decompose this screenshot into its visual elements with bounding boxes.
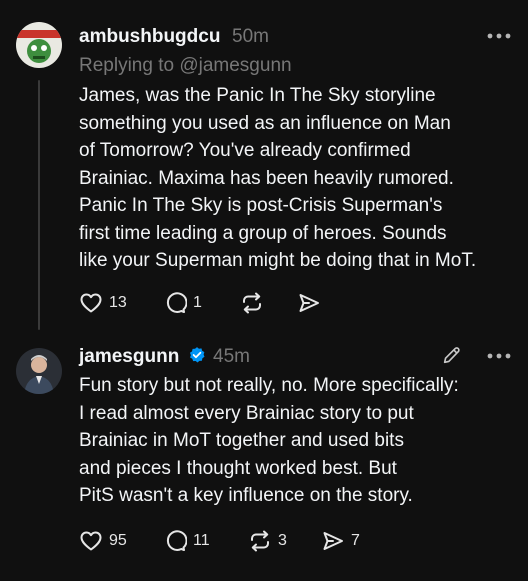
body-line: Panic In The Sky is post-Crisis Superman…	[79, 195, 443, 216]
comment-icon	[166, 530, 187, 551]
username[interactable]: jamesgunn	[79, 346, 179, 368]
like-count: 13	[109, 294, 127, 311]
repost-icon	[243, 292, 261, 314]
body-line: like your Superman might be doing that i…	[79, 250, 477, 271]
body-line: I read almost every Brainiac story to pu…	[79, 402, 414, 424]
post-jamesgunn: jamesgunn 45m Fun story but not really, …	[0, 340, 528, 581]
post-body: James, was the Panic In The Sky storylin…	[79, 82, 519, 275]
body-line: James, was the Panic In The Sky storylin…	[79, 85, 436, 106]
reply-count: 1	[193, 294, 202, 311]
more-options-icon[interactable]	[486, 352, 512, 360]
body-line: Brainiac in MoT together and used bits	[79, 430, 404, 451]
repost-button[interactable]: 3	[248, 529, 287, 553]
comment-icon	[166, 292, 187, 313]
like-button[interactable]: 95	[79, 529, 127, 553]
username[interactable]: ambushbugdcu	[79, 26, 220, 48]
share-count: 7	[351, 532, 360, 549]
body-line: Fun story but not really, no. More speci…	[79, 375, 459, 396]
reply-to-label[interactable]: Replying to @jamesgunn	[79, 55, 292, 77]
more-options-icon[interactable]	[486, 32, 512, 40]
body-line: first time leading a group of heroes. So…	[79, 222, 447, 244]
send-icon	[323, 532, 343, 550]
thread-line	[38, 80, 40, 330]
repost-icon	[251, 530, 269, 552]
reply-count: 11	[193, 532, 210, 549]
edit-icon[interactable]	[441, 344, 463, 366]
heart-icon	[80, 293, 102, 313]
heart-icon	[80, 531, 102, 551]
like-count: 95	[109, 532, 127, 549]
share-button[interactable]	[297, 291, 327, 315]
verified-badge-icon	[189, 347, 205, 363]
body-line: something you used as an influence on Ma…	[79, 112, 451, 134]
repost-button[interactable]	[240, 291, 270, 315]
send-icon	[299, 294, 319, 312]
timestamp: 45m	[213, 346, 250, 367]
repost-count: 3	[278, 532, 287, 549]
like-button[interactable]: 13	[79, 291, 127, 315]
post-ambushbugdcu: ambushbugdcu 50m Replying to @jamesgunn …	[0, 0, 528, 340]
post-body: Fun story but not really, no. More speci…	[79, 372, 519, 510]
body-line: Brainiac. Maxima has been heavily rumore…	[79, 167, 454, 189]
avatar[interactable]	[16, 22, 62, 68]
timestamp: 50m	[232, 26, 269, 47]
avatar[interactable]	[16, 348, 62, 394]
reply-button[interactable]: 1	[163, 291, 202, 315]
share-button[interactable]: 7	[321, 529, 360, 553]
body-line: PitS wasn't a key influence on the story…	[79, 485, 413, 506]
body-line: of Tomorrow? You've already confirmed	[79, 140, 411, 161]
body-line: and pieces I thought worked best. But	[79, 457, 397, 479]
reply-button[interactable]: 11	[163, 529, 210, 553]
